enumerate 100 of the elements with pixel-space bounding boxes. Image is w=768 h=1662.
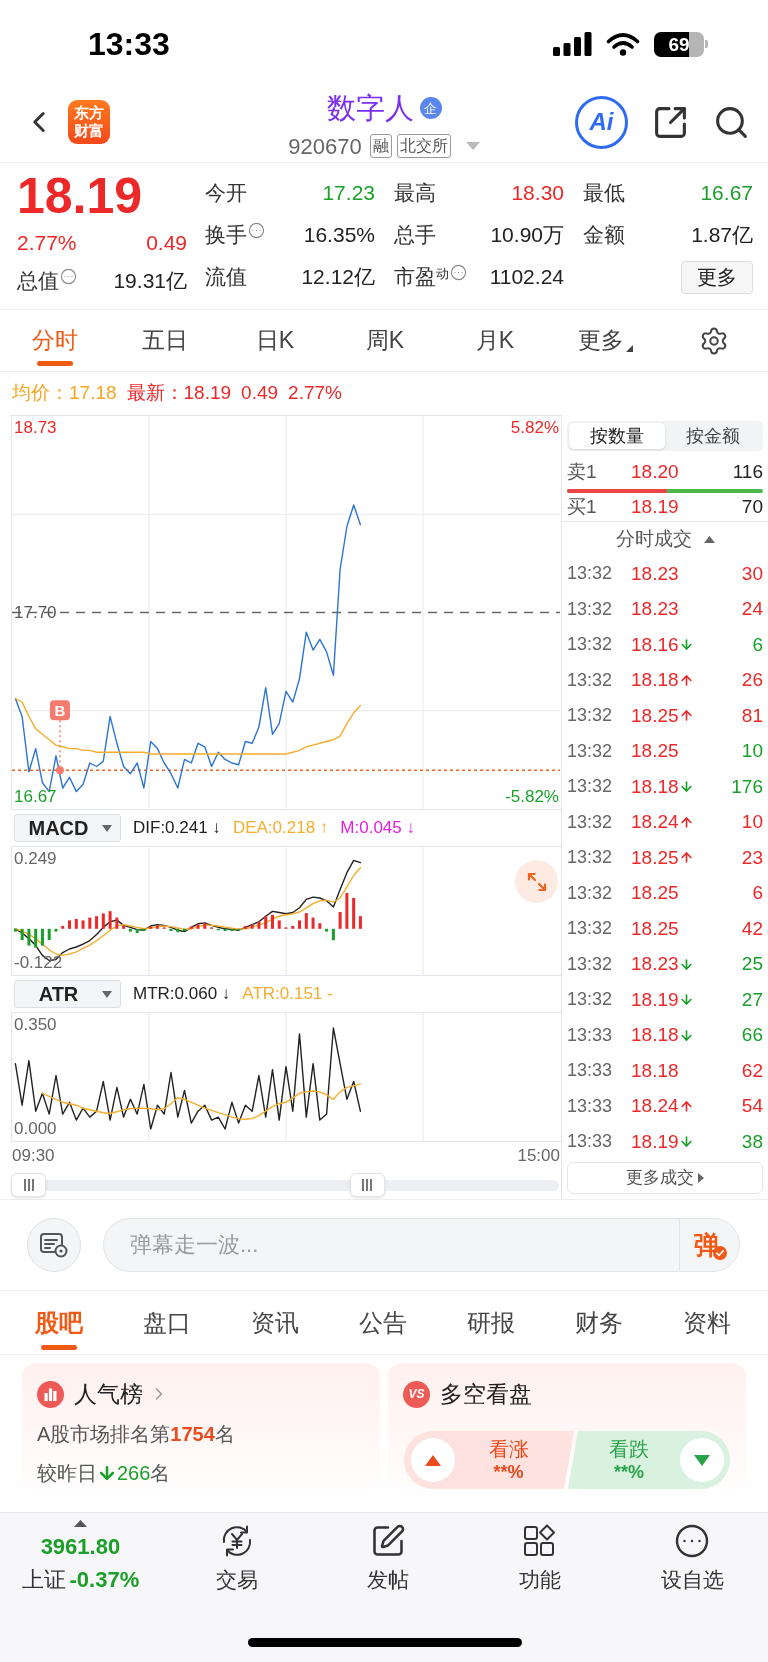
chart-tab[interactable]: 五日 bbox=[110, 310, 220, 371]
chart-tab[interactable]: 周K bbox=[330, 310, 440, 371]
trade-price: 18.25 bbox=[631, 881, 679, 905]
trade-price: 18.25 bbox=[631, 916, 679, 941]
macd-bar bbox=[311, 917, 315, 929]
indicator-value: DIF:0.241 ↓ bbox=[133, 817, 221, 840]
trade-volume: 27 bbox=[741, 987, 763, 1012]
indicator-dropdown[interactable]: MACD bbox=[14, 814, 121, 842]
chart-tab[interactable]: 日K bbox=[220, 310, 330, 371]
stat-label: 换手 bbox=[205, 222, 247, 249]
card-title: 人气榜 bbox=[74, 1379, 143, 1409]
nav-item[interactable]: 交易 bbox=[160, 1513, 313, 1603]
macd-bar bbox=[81, 920, 85, 929]
ellipsis-circle-icon[interactable] bbox=[248, 221, 265, 239]
macd-bar bbox=[108, 911, 112, 929]
rank-change-value: 266 bbox=[117, 1461, 151, 1486]
macd-bar bbox=[203, 923, 207, 929]
axis-label: 16.67 bbox=[14, 786, 57, 808]
stat-label: 今开 bbox=[205, 180, 247, 207]
macd-bar bbox=[176, 928, 180, 933]
trade-time: 13:32 bbox=[567, 562, 614, 586]
nav-item[interactable]: 发帖 bbox=[312, 1513, 465, 1603]
change-percent: 2.77% bbox=[17, 230, 77, 257]
document-gear-icon[interactable] bbox=[27, 1218, 81, 1272]
range-slider[interactable] bbox=[11, 1173, 559, 1197]
trade-time: 13:32 bbox=[567, 775, 614, 799]
macd-bar bbox=[74, 919, 78, 929]
trade-volume: 42 bbox=[741, 916, 763, 941]
trade-volume: 10 bbox=[741, 810, 763, 834]
settings-icon[interactable] bbox=[699, 325, 729, 356]
selected-tab-indicator bbox=[41, 1345, 77, 1350]
nav-item[interactable]: 功能 bbox=[464, 1513, 617, 1603]
more-button[interactable]: 更多 bbox=[681, 260, 753, 294]
content-tab[interactable]: 资讯 bbox=[221, 1291, 329, 1354]
nav-item[interactable]: 设自选 bbox=[616, 1513, 768, 1603]
content-tab[interactable]: 研报 bbox=[437, 1291, 545, 1354]
trade-price: 18.25 bbox=[631, 739, 679, 763]
trade-volume: 26 bbox=[741, 668, 763, 692]
ellipsis-circle-icon[interactable] bbox=[60, 267, 77, 285]
more-trades-button[interactable]: 更多成交 bbox=[567, 1161, 763, 1194]
macd-bar bbox=[345, 892, 349, 929]
index-value: 3961.80 bbox=[40, 1533, 121, 1561]
order-price: 18.19 bbox=[631, 494, 679, 519]
stat-label: 市盈$^{动}$ bbox=[394, 264, 449, 291]
trade-price: 18.18 bbox=[631, 1023, 679, 1047]
chart-tab[interactable]: 更多 bbox=[550, 310, 660, 371]
macd-bar bbox=[149, 926, 153, 929]
macd-bar bbox=[298, 920, 302, 929]
macd-bar bbox=[237, 928, 241, 931]
macd-bar bbox=[216, 928, 220, 931]
axis-label: 0.350 bbox=[14, 1014, 57, 1036]
macd-bar bbox=[135, 928, 139, 933]
content-tab[interactable]: 财务 bbox=[545, 1291, 653, 1354]
range-handle[interactable] bbox=[349, 1173, 385, 1197]
trade-price: 18.23 bbox=[631, 597, 679, 621]
macd-bar bbox=[47, 928, 51, 940]
segment-option[interactable]: 按数量 bbox=[569, 423, 665, 449]
trade-time: 13:32 bbox=[567, 988, 614, 1012]
expand-button[interactable] bbox=[515, 860, 558, 903]
chart-tab[interactable]: 月K bbox=[440, 310, 550, 371]
caret-up-icon bbox=[73, 1520, 87, 1527]
macd-bar bbox=[115, 917, 119, 929]
macd-bar bbox=[358, 916, 362, 929]
range-handle[interactable] bbox=[11, 1173, 46, 1197]
stat-value: 17.23 bbox=[322, 180, 375, 207]
macd-bar bbox=[20, 928, 24, 940]
stat-value: 16.35% bbox=[303, 222, 375, 249]
content-tab[interactable]: 盘口 bbox=[113, 1291, 221, 1354]
stat-value: 1.87亿 bbox=[691, 222, 753, 249]
comment-field[interactable]: 弹幕走一波... bbox=[103, 1218, 679, 1272]
ai-assistant-button[interactable]: Ai bbox=[575, 95, 628, 149]
macd-bar bbox=[352, 897, 356, 929]
index-change: -0.37% bbox=[69, 1565, 140, 1594]
macd-bar bbox=[243, 926, 247, 929]
macd-bar bbox=[27, 928, 31, 946]
trade-price: 18.25 bbox=[631, 845, 679, 870]
trade-time: 13:32 bbox=[567, 668, 614, 692]
order-label: 买1 bbox=[567, 494, 598, 519]
trade-price: 18.19 bbox=[631, 1129, 679, 1154]
trade-volume: 66 bbox=[741, 1023, 763, 1047]
trade-time: 13:33 bbox=[567, 1094, 614, 1118]
content-tab[interactable]: 资料 bbox=[653, 1291, 761, 1354]
trade-price: 18.18 bbox=[631, 1058, 679, 1083]
battery-percent: 69 bbox=[668, 34, 690, 54]
wifi-icon bbox=[606, 32, 640, 56]
trade-price: 18.23 bbox=[631, 561, 679, 586]
card-title: 多空看盘 bbox=[440, 1379, 532, 1409]
trade-volume: 30 bbox=[741, 561, 763, 586]
trade-volume: 6 bbox=[752, 881, 763, 905]
ellipsis-circle-icon bbox=[674, 1523, 711, 1559]
trade-time: 13:32 bbox=[567, 917, 614, 941]
content-tab[interactable]: 公告 bbox=[329, 1291, 437, 1354]
triangle-right-icon bbox=[698, 1172, 704, 1183]
trade-time: 13:32 bbox=[567, 633, 614, 657]
macd-bar bbox=[13, 928, 17, 932]
indicator-dropdown[interactable]: ATR bbox=[14, 980, 121, 1008]
segment-option[interactable]: 按金额 bbox=[665, 423, 761, 449]
ellipsis-circle-icon[interactable] bbox=[450, 263, 467, 281]
market-tag: 北交所 bbox=[396, 134, 451, 158]
trade-volume: 81 bbox=[741, 703, 763, 728]
